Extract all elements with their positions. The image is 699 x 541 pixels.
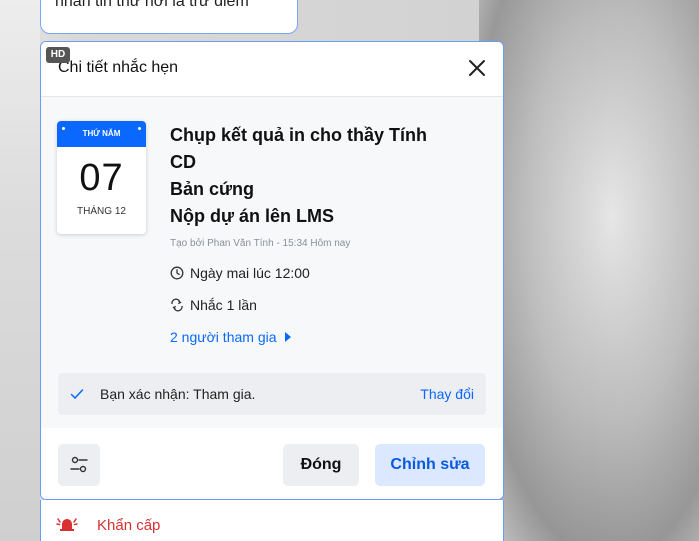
reminder-repeat-row: Nhắc 1 lần — [170, 297, 490, 313]
reminder-title-line: Bản cứng — [170, 179, 255, 199]
edit-button[interactable]: Chỉnh sửa — [375, 444, 485, 486]
urgent-label: Khẩn cấp — [97, 517, 161, 534]
created-by-meta: Tạo bởi Phan Văn Tính - 15:34 Hôm nay — [170, 238, 351, 249]
calendar-dot — [62, 127, 65, 130]
background-left — [0, 0, 40, 541]
dialog-title: Chi tiết nhắc hẹn — [58, 59, 179, 76]
calendar-dot — [138, 127, 141, 130]
close-icon — [469, 60, 485, 76]
calendar-date-card: THỨ NĂM 07 THÁNG 12 — [57, 121, 146, 234]
alarm-bell-icon — [56, 518, 78, 531]
chat-message-bubble: nhắn tin thử hơi là trừ điểm — [40, 0, 298, 34]
clock-icon — [170, 266, 184, 280]
close-button[interactable] — [465, 56, 489, 80]
hd-badge: HD — [46, 47, 70, 63]
options-button[interactable] — [58, 444, 100, 486]
dialog-footer: Đóng Chỉnh sửa — [41, 428, 503, 499]
urgent-bar[interactable]: Khẩn cấp — [40, 500, 504, 541]
attendance-confirmation: Bạn xác nhận: Tham gia. Thay đổi — [58, 373, 486, 415]
calendar-day: 07 — [79, 157, 124, 199]
chat-message-text: nhắn tin thử hơi là trừ điểm — [55, 0, 249, 10]
reminder-repeat: Nhắc 1 lần — [190, 297, 257, 313]
caret-right-icon — [284, 332, 291, 342]
dialog-header: Chi tiết nhắc hẹn — [41, 42, 503, 97]
check-icon — [70, 389, 84, 400]
settings-sliders-icon — [70, 456, 88, 473]
repeat-icon — [170, 298, 184, 312]
reminder-content: Chụp kết quả in cho thầy Tính CD Bản cứn… — [170, 122, 490, 345]
calendar-month: THÁNG 12 — [77, 206, 126, 217]
reminder-detail-dialog: Chi tiết nhắc hẹn HD THỨ NĂM 07 THÁNG 12… — [40, 41, 504, 500]
reminder-time-row: Ngày mai lúc 12:00 — [170, 265, 490, 281]
close-dialog-button[interactable]: Đóng — [283, 444, 359, 486]
change-response-link[interactable]: Thay đổi — [420, 386, 474, 402]
calendar-header: THỨ NĂM — [57, 121, 146, 147]
reminder-title-line: CD — [170, 152, 196, 172]
participants-link[interactable]: 2 người tham gia — [170, 329, 490, 345]
reminder-title-line: Chụp kết quả in cho thầy Tính — [170, 125, 428, 145]
background-right — [479, 0, 699, 541]
calendar-weekday: THỨ NĂM — [82, 129, 121, 138]
participants-label: 2 người tham gia — [170, 329, 277, 345]
confirmation-text: Bạn xác nhận: Tham gia. — [100, 386, 256, 402]
reminder-time: Ngày mai lúc 12:00 — [190, 265, 310, 281]
reminder-title-line: Nộp dự án lên LMS — [170, 206, 335, 226]
